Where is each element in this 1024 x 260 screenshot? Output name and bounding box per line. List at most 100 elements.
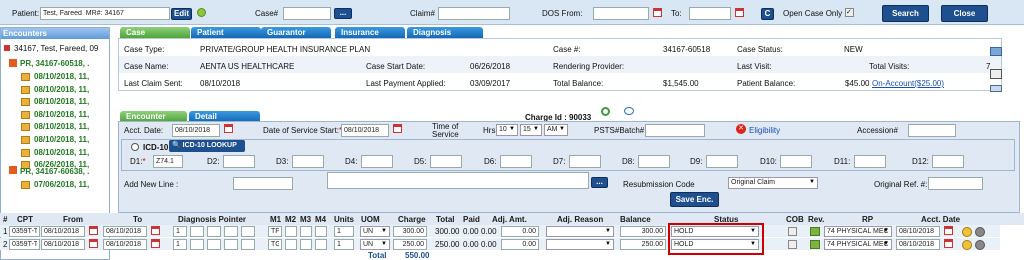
case-node[interactable]: PR, 34167-60638, . <box>20 167 89 176</box>
rp-select[interactable]: 74 PHYSICAL MEC <box>824 226 892 237</box>
on-account-link[interactable]: On-Account($25.00) <box>872 79 944 88</box>
encounter-node[interactable]: 08/10/2018, 11, <box>34 122 89 131</box>
to-date-field[interactable] <box>103 226 147 237</box>
from-date-field[interactable] <box>41 239 85 250</box>
diagnosis-field[interactable] <box>932 155 964 168</box>
hour-select[interactable]: 10 <box>496 124 518 136</box>
adj-reason-select[interactable] <box>546 226 614 237</box>
rev-icon[interactable] <box>810 227 820 236</box>
pointer-field[interactable] <box>207 239 221 250</box>
diagnosis-field[interactable] <box>854 155 886 168</box>
diagnosis-field[interactable] <box>500 155 532 168</box>
patient-field[interactable] <box>40 7 170 20</box>
to-date-field[interactable] <box>103 239 147 250</box>
pointer-field[interactable] <box>207 226 221 237</box>
calendar-icon[interactable] <box>89 239 98 248</box>
diagnosis-field[interactable] <box>638 155 670 168</box>
c-button[interactable]: C <box>761 8 774 20</box>
encounter-node[interactable]: 08/10/2018, 11, <box>34 97 89 106</box>
encounter-node[interactable]: 08/10/2018, 11, <box>34 110 89 119</box>
charge-field[interactable] <box>393 239 427 250</box>
diagnosis-field[interactable] <box>430 155 462 168</box>
modifier-field[interactable] <box>285 226 297 237</box>
modifier-field[interactable] <box>315 239 327 250</box>
diagnosis-field[interactable] <box>292 155 324 168</box>
pointer-field[interactable] <box>173 239 187 250</box>
uom-select[interactable]: UN <box>360 239 390 250</box>
rp-select[interactable]: 74 PHYSICAL MEC <box>824 239 892 250</box>
notes-expand-button[interactable]: ... <box>591 177 608 188</box>
tab-guarantor[interactable]: Guarantor <box>261 27 331 38</box>
tab-case[interactable]: Case <box>120 27 190 38</box>
modifier-1-field[interactable] <box>268 226 282 237</box>
settings-icon[interactable] <box>962 240 972 250</box>
uom-select[interactable]: UN <box>360 226 390 237</box>
modifier-field[interactable] <box>315 226 327 237</box>
acct-date-field[interactable] <box>172 124 220 137</box>
acct-date-field[interactable] <box>896 226 940 237</box>
dos-start-field[interactable] <box>341 124 389 137</box>
patient-node[interactable]: 34167, Test, Fareed, 09 <box>14 44 98 53</box>
cpt-field[interactable] <box>9 239 40 250</box>
add-line-field[interactable] <box>233 177 293 190</box>
balance-field[interactable] <box>620 226 666 237</box>
comment-icon[interactable] <box>624 107 634 115</box>
pointer-field[interactable] <box>241 226 255 237</box>
icd-lookup-button[interactable]: 🔍 ICD-10 LOOKUP <box>169 140 245 152</box>
encounter-node[interactable]: 08/10/2018, 11, <box>34 135 89 144</box>
calendar-icon[interactable] <box>393 124 402 133</box>
modifier-field[interactable] <box>300 226 312 237</box>
diagnosis-field[interactable] <box>706 155 738 168</box>
user-search-icon[interactable] <box>990 85 1002 92</box>
diagnosis-field[interactable] <box>361 155 393 168</box>
eligibility-icon[interactable]: ✕ <box>736 124 746 134</box>
accession-field[interactable] <box>908 124 956 137</box>
calendar-icon[interactable] <box>151 226 160 235</box>
pointer-field[interactable] <box>241 239 255 250</box>
calendar-icon[interactable] <box>944 226 953 235</box>
charge-field[interactable] <box>393 226 427 237</box>
cob-checkbox[interactable] <box>788 227 797 236</box>
batch-field[interactable] <box>645 124 705 137</box>
to-field[interactable] <box>689 7 731 20</box>
encounter-node[interactable]: 08/10/2018, 11, <box>34 85 89 94</box>
encounter-node[interactable]: 07/06/2018, 11, <box>34 180 89 189</box>
dos-from-field[interactable] <box>593 7 649 20</box>
close-button[interactable]: Close <box>941 5 988 22</box>
pointer-field[interactable] <box>190 226 204 237</box>
pointer-field[interactable] <box>224 226 238 237</box>
calendar-icon[interactable] <box>89 226 98 235</box>
encounter-node[interactable]: 08/10/2018, 11, <box>34 72 89 81</box>
tab-patient[interactable]: Patient <box>191 27 261 38</box>
acct-date-field[interactable] <box>896 239 940 250</box>
case-field[interactable] <box>283 7 331 20</box>
pointer-field[interactable] <box>224 239 238 250</box>
from-date-field[interactable] <box>41 226 85 237</box>
diagnosis-field[interactable] <box>780 155 812 168</box>
units-field[interactable] <box>334 239 354 250</box>
remove-icon[interactable] <box>975 227 985 237</box>
calendar-icon[interactable] <box>653 8 662 17</box>
eligibility-link[interactable]: Eligibility <box>749 126 780 135</box>
remove-icon[interactable] <box>975 240 985 250</box>
adj-amount-field[interactable] <box>501 226 539 237</box>
adj-reason-select[interactable] <box>546 239 614 250</box>
notes-area[interactable] <box>327 172 589 189</box>
edit-button[interactable]: Edit <box>171 8 192 20</box>
ampm-select[interactable]: AM <box>544 124 568 136</box>
cpt-field[interactable] <box>9 226 40 237</box>
open-case-checkbox[interactable]: ✓ <box>845 8 854 17</box>
modifier-field[interactable] <box>300 239 312 250</box>
save-encounter-button[interactable]: Save Enc. <box>670 192 719 207</box>
encounter-node[interactable]: 08/10/2018, 11, <box>34 148 89 157</box>
calendar-icon[interactable] <box>944 239 953 248</box>
diagnosis-field[interactable] <box>223 155 255 168</box>
icd10-radio[interactable] <box>131 143 139 151</box>
d1-field[interactable] <box>153 155 183 168</box>
units-field[interactable] <box>334 226 354 237</box>
calendar-icon[interactable] <box>735 8 744 17</box>
edit-note-icon[interactable] <box>601 107 610 116</box>
rev-icon[interactable] <box>810 240 820 249</box>
minute-select[interactable]: 15 <box>520 124 542 136</box>
search-button[interactable]: Search <box>882 5 929 22</box>
